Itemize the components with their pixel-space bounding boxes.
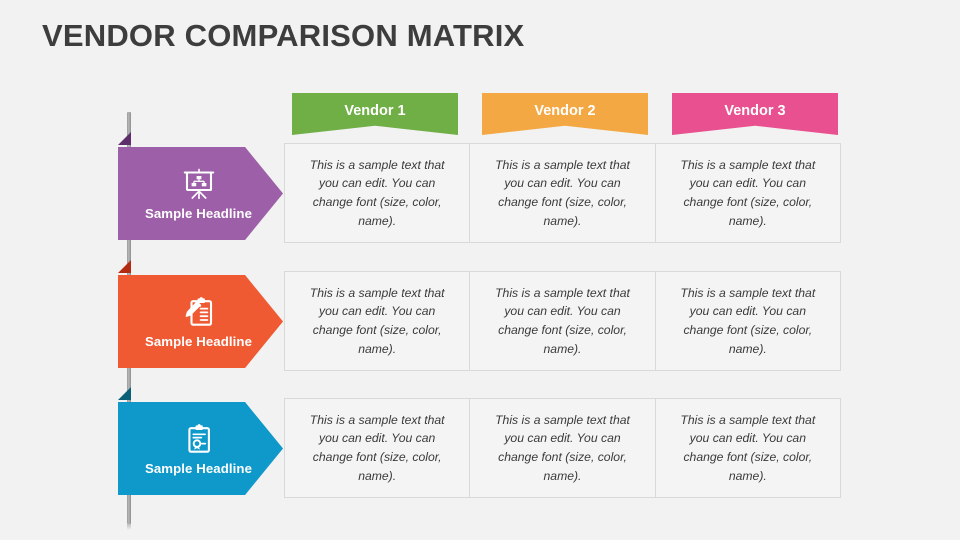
cell-row2-vendor3[interactable]: This is a sample text that you can edit.…: [654, 272, 840, 370]
cell-text: This is a sample text that you can edit.…: [309, 285, 445, 356]
cell-text: This is a sample text that you can edit.…: [309, 412, 445, 483]
page-title: VENDOR COMPARISON MATRIX: [42, 18, 525, 53]
cell-text: This is a sample text that you can edit.…: [680, 285, 816, 356]
matrix-row: This is a sample text that you can edit.…: [0, 387, 960, 498]
cell-row1-vendor1[interactable]: This is a sample text that you can edit.…: [285, 144, 469, 242]
row-2-cells: This is a sample text that you can edit.…: [284, 271, 841, 371]
clipboard-pencil-icon: [182, 295, 216, 329]
cell-row2-vendor1[interactable]: This is a sample text that you can edit.…: [285, 272, 469, 370]
cell-text: This is a sample text that you can edit.…: [495, 285, 630, 356]
cell-text: This is a sample text that you can edit.…: [495, 412, 630, 483]
cell-text: This is a sample text that you can edit.…: [680, 157, 816, 228]
vendor-header-3-label: Vendor 3: [724, 103, 786, 119]
row-2-headline: Sample Headline: [144, 333, 253, 349]
vendor-header-1[interactable]: Vendor 1: [292, 93, 458, 135]
cell-row1-vendor3[interactable]: This is a sample text that you can edit.…: [654, 144, 840, 242]
cell-row1-vendor2[interactable]: This is a sample text that you can edit.…: [469, 144, 654, 242]
row-3-cells: This is a sample text that you can edit.…: [284, 398, 841, 498]
row-2-fold-corner: [118, 260, 131, 273]
vendor-header-1-label: Vendor 1: [344, 103, 406, 119]
cell-text: This is a sample text that you can edit.…: [309, 157, 445, 228]
matrix-row: This is a sample text that you can edit.…: [0, 132, 960, 243]
vendor-header-2-label: Vendor 2: [534, 103, 596, 119]
vendor-header-3[interactable]: Vendor 3: [672, 93, 838, 135]
row-2-banner[interactable]: Sample Headline: [118, 275, 283, 368]
clipboard-award-icon: [182, 422, 216, 456]
cell-row3-vendor2[interactable]: This is a sample text that you can edit.…: [469, 399, 654, 497]
row-1-banner[interactable]: Sample Headline: [118, 147, 283, 240]
vendor-header-row: Vendor 1 Vendor 2 Vendor 3: [284, 93, 844, 137]
row-1-headline: Sample Headline: [144, 205, 253, 221]
cell-row2-vendor2[interactable]: This is a sample text that you can edit.…: [469, 272, 654, 370]
row-3-banner[interactable]: Sample Headline: [118, 402, 283, 495]
row-3-headline: Sample Headline: [144, 460, 253, 476]
presentation-chart-icon: [182, 167, 216, 201]
cell-row3-vendor1[interactable]: This is a sample text that you can edit.…: [285, 399, 469, 497]
row-1-cells: This is a sample text that you can edit.…: [284, 143, 841, 243]
cell-row3-vendor3[interactable]: This is a sample text that you can edit.…: [654, 399, 840, 497]
cell-text: This is a sample text that you can edit.…: [495, 157, 630, 228]
cell-text: This is a sample text that you can edit.…: [680, 412, 816, 483]
vendor-header-2[interactable]: Vendor 2: [482, 93, 648, 135]
row-3-fold-corner: [118, 387, 131, 400]
matrix-row: This is a sample text that you can edit.…: [0, 260, 960, 371]
row-1-fold-corner: [118, 132, 131, 145]
